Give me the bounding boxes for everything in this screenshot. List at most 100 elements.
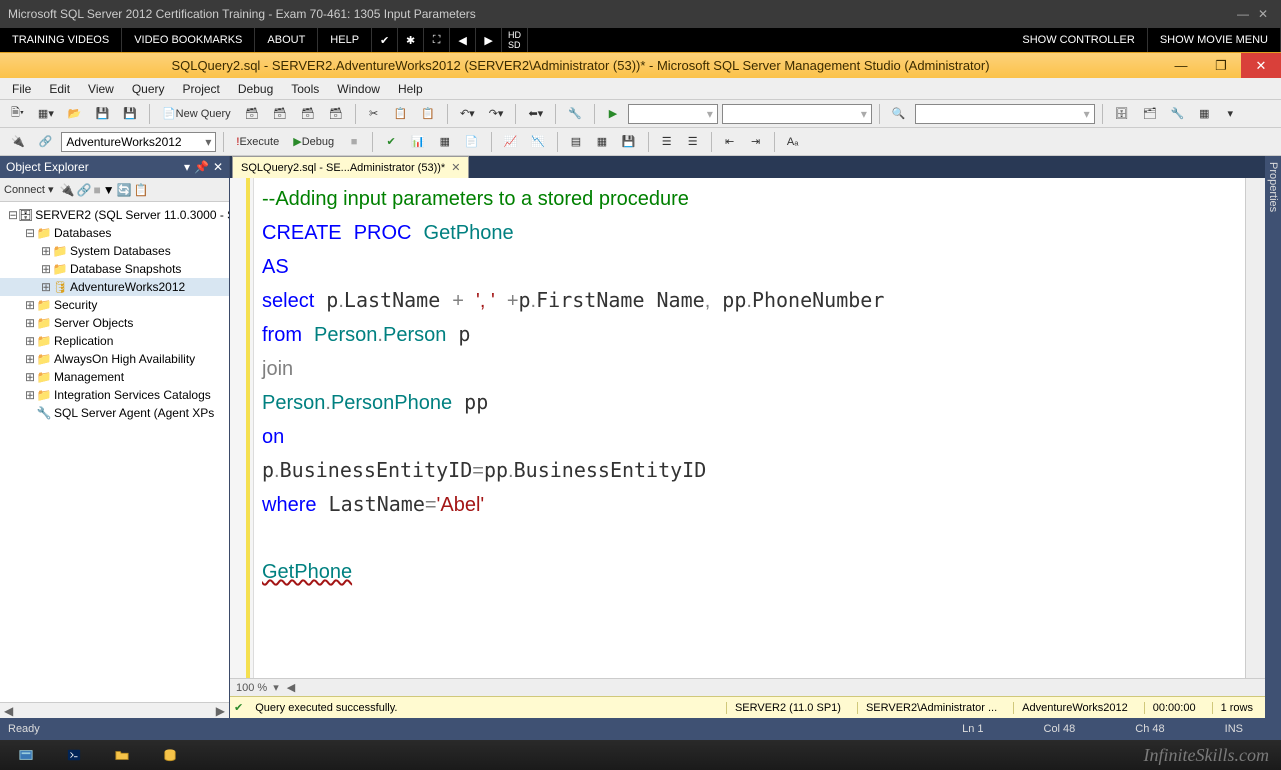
pin-icon[interactable]: 📌 xyxy=(194,160,209,174)
copy-icon[interactable]: 📋 xyxy=(389,103,413,125)
solution-combo[interactable]: ▾ xyxy=(628,104,718,124)
results-grid-icon[interactable]: ▦ xyxy=(591,131,613,153)
debug-button[interactable]: ▶ Debug xyxy=(288,131,339,153)
about-button[interactable]: ABOUT xyxy=(255,28,318,52)
sql-editor[interactable]: --Adding input parameters to a stored pr… xyxy=(230,178,1265,678)
tree-replication[interactable]: ⊞📁Replication xyxy=(0,332,229,350)
sql-code[interactable]: --Adding input parameters to a stored pr… xyxy=(254,178,1245,678)
taskbar-explorer-icon[interactable] xyxy=(100,742,144,768)
show-movie-menu-button[interactable]: SHOW MOVIE MENU xyxy=(1148,28,1281,52)
new-project-icon[interactable]: 🗎▾ xyxy=(6,103,29,125)
menu-view[interactable]: View xyxy=(80,80,122,98)
new-query-button[interactable]: 📄 New Query xyxy=(157,103,236,125)
open-project-icon[interactable]: ▦▾ xyxy=(33,103,59,125)
execute-button[interactable]: ! Execute xyxy=(231,131,284,153)
close-panel-icon[interactable]: ✕ xyxy=(213,160,223,174)
tree-alwayson[interactable]: ⊞📁AlwaysOn High Availability xyxy=(0,350,229,368)
redo-icon[interactable]: ↷▾ xyxy=(484,103,509,125)
expand-icon[interactable]: ⛶ xyxy=(424,28,450,52)
oe-filter-icon[interactable]: ▼ xyxy=(103,183,115,197)
tree-system-databases[interactable]: ⊞📁System Databases xyxy=(0,242,229,260)
intellisense-icon[interactable]: 📄 xyxy=(460,131,484,153)
minimize-icon[interactable]: — xyxy=(1233,7,1253,21)
oe-connect-icon[interactable]: 🔌 xyxy=(60,183,75,197)
editor-scrollbar[interactable] xyxy=(1245,178,1265,678)
template-explorer-icon[interactable]: 🔧 xyxy=(1166,103,1190,125)
menu-project[interactable]: Project xyxy=(175,80,228,98)
cut-icon[interactable]: ✂ xyxy=(363,103,385,125)
oe-stop-icon[interactable]: ■ xyxy=(93,183,100,197)
dropdown-icon[interactable]: ▾ xyxy=(184,160,190,174)
prev-icon[interactable]: ◀ xyxy=(450,28,476,52)
tree-adventureworks[interactable]: ⊞🛢AdventureWorks2012 xyxy=(0,278,229,296)
find-combo[interactable]: ▾ xyxy=(915,104,1095,124)
database-combo[interactable]: AdventureWorks2012▾ xyxy=(61,132,216,152)
zoom-dropdown-icon[interactable]: ▾ xyxy=(273,681,279,694)
menu-tools[interactable]: Tools xyxy=(283,80,327,98)
find-icon[interactable]: 🔍 xyxy=(887,103,911,125)
save-all-icon[interactable]: 💾 xyxy=(118,103,142,125)
ssms-minimize-button[interactable]: — xyxy=(1161,53,1201,78)
mdx-query-icon[interactable]: 🗃 xyxy=(268,103,292,125)
decrease-indent-icon[interactable]: ⇤ xyxy=(719,131,741,153)
dmx-query-icon[interactable]: 🗃 xyxy=(296,103,320,125)
parse-icon[interactable]: ✔ xyxy=(380,131,402,153)
oe-refresh-icon[interactable]: 🔄 xyxy=(117,183,132,197)
registered-servers-icon[interactable]: 🗄 xyxy=(1110,103,1134,125)
paste-icon[interactable]: 📋 xyxy=(416,103,440,125)
ssms-close-button[interactable]: ✕ xyxy=(1241,53,1281,78)
ssms-maximize-button[interactable]: ❐ xyxy=(1201,53,1241,78)
include-stats-icon[interactable]: 📉 xyxy=(526,131,550,153)
object-explorer-tree[interactable]: ⊟🗄SERVER2 (SQL Server 11.0.3000 - S ⊟📁Da… xyxy=(0,202,229,702)
zoom-level[interactable]: 100 % xyxy=(236,682,267,694)
nav-back-icon[interactable]: ⬅▾ xyxy=(523,103,548,125)
tree-sql-agent[interactable]: 🔧SQL Server Agent (Agent XPs xyxy=(0,404,229,422)
editor-tab-active[interactable]: SQLQuery2.sql - SE...Administrator (53))… xyxy=(232,156,469,178)
training-videos-button[interactable]: TRAINING VIDEOS xyxy=(0,28,122,52)
tree-database-snapshots[interactable]: ⊞📁Database Snapshots xyxy=(0,260,229,278)
menu-edit[interactable]: Edit xyxy=(41,80,78,98)
open-file-icon[interactable]: 📂 xyxy=(63,103,87,125)
close-icon[interactable]: ✕ xyxy=(1253,7,1273,21)
properties-icon[interactable]: 🔧 xyxy=(563,103,587,125)
db-engine-query-icon[interactable]: 🗃 xyxy=(240,103,264,125)
properties-window-icon[interactable]: ▦ xyxy=(1193,103,1215,125)
undo-icon[interactable]: ↶▾ xyxy=(455,103,480,125)
save-icon[interactable]: 💾 xyxy=(91,103,115,125)
results-text-icon[interactable]: ▤ xyxy=(565,131,587,153)
menu-debug[interactable]: Debug xyxy=(230,80,281,98)
object-explorer-icon[interactable]: 🗂 xyxy=(1138,103,1162,125)
tree-databases[interactable]: ⊟📁Databases xyxy=(0,224,229,242)
start-icon[interactable]: ▶ xyxy=(602,103,624,125)
tab-close-icon[interactable]: ✕ xyxy=(451,161,460,174)
menu-query[interactable]: Query xyxy=(124,80,173,98)
gear-icon[interactable]: ✱ xyxy=(398,28,424,52)
results-file-icon[interactable]: 💾 xyxy=(617,131,641,153)
properties-tab-collapsed[interactable]: Properties xyxy=(1265,156,1281,718)
tree-management[interactable]: ⊞📁Management xyxy=(0,368,229,386)
help-button[interactable]: HELP xyxy=(318,28,372,52)
menu-help[interactable]: Help xyxy=(390,80,431,98)
specify-values-icon[interactable]: Aₐ xyxy=(782,131,804,153)
check-icon[interactable]: ✔ xyxy=(372,28,398,52)
xmla-query-icon[interactable]: 🗃 xyxy=(324,103,348,125)
tree-server-objects[interactable]: ⊞📁Server Objects xyxy=(0,314,229,332)
video-bookmarks-button[interactable]: VIDEO BOOKMARKS xyxy=(122,28,255,52)
hd-icon[interactable]: HDSD xyxy=(502,28,528,52)
uncomment-icon[interactable]: ☰ xyxy=(682,131,704,153)
increase-indent-icon[interactable]: ⇥ xyxy=(745,131,767,153)
oe-disconnect-icon[interactable]: 🔗 xyxy=(77,183,92,197)
platform-combo[interactable]: ▾ xyxy=(722,104,872,124)
display-plan-icon[interactable]: 📊 xyxy=(406,131,430,153)
oe-horizontal-scrollbar[interactable]: ◀▶ xyxy=(0,702,229,718)
toolbox-icon[interactable]: ▾ xyxy=(1219,103,1241,125)
cancel-query-icon[interactable]: ■ xyxy=(343,131,365,153)
menu-window[interactable]: Window xyxy=(329,80,388,98)
oe-script-icon[interactable]: 📋 xyxy=(134,183,149,197)
tree-integration-services[interactable]: ⊞📁Integration Services Catalogs xyxy=(0,386,229,404)
taskbar-server-manager-icon[interactable] xyxy=(4,742,48,768)
connect-label[interactable]: Connect ▾ xyxy=(4,183,54,196)
next-icon[interactable]: ▶ xyxy=(476,28,502,52)
scroll-left-icon[interactable]: ◀ xyxy=(287,681,295,694)
tree-security[interactable]: ⊞📁Security xyxy=(0,296,229,314)
